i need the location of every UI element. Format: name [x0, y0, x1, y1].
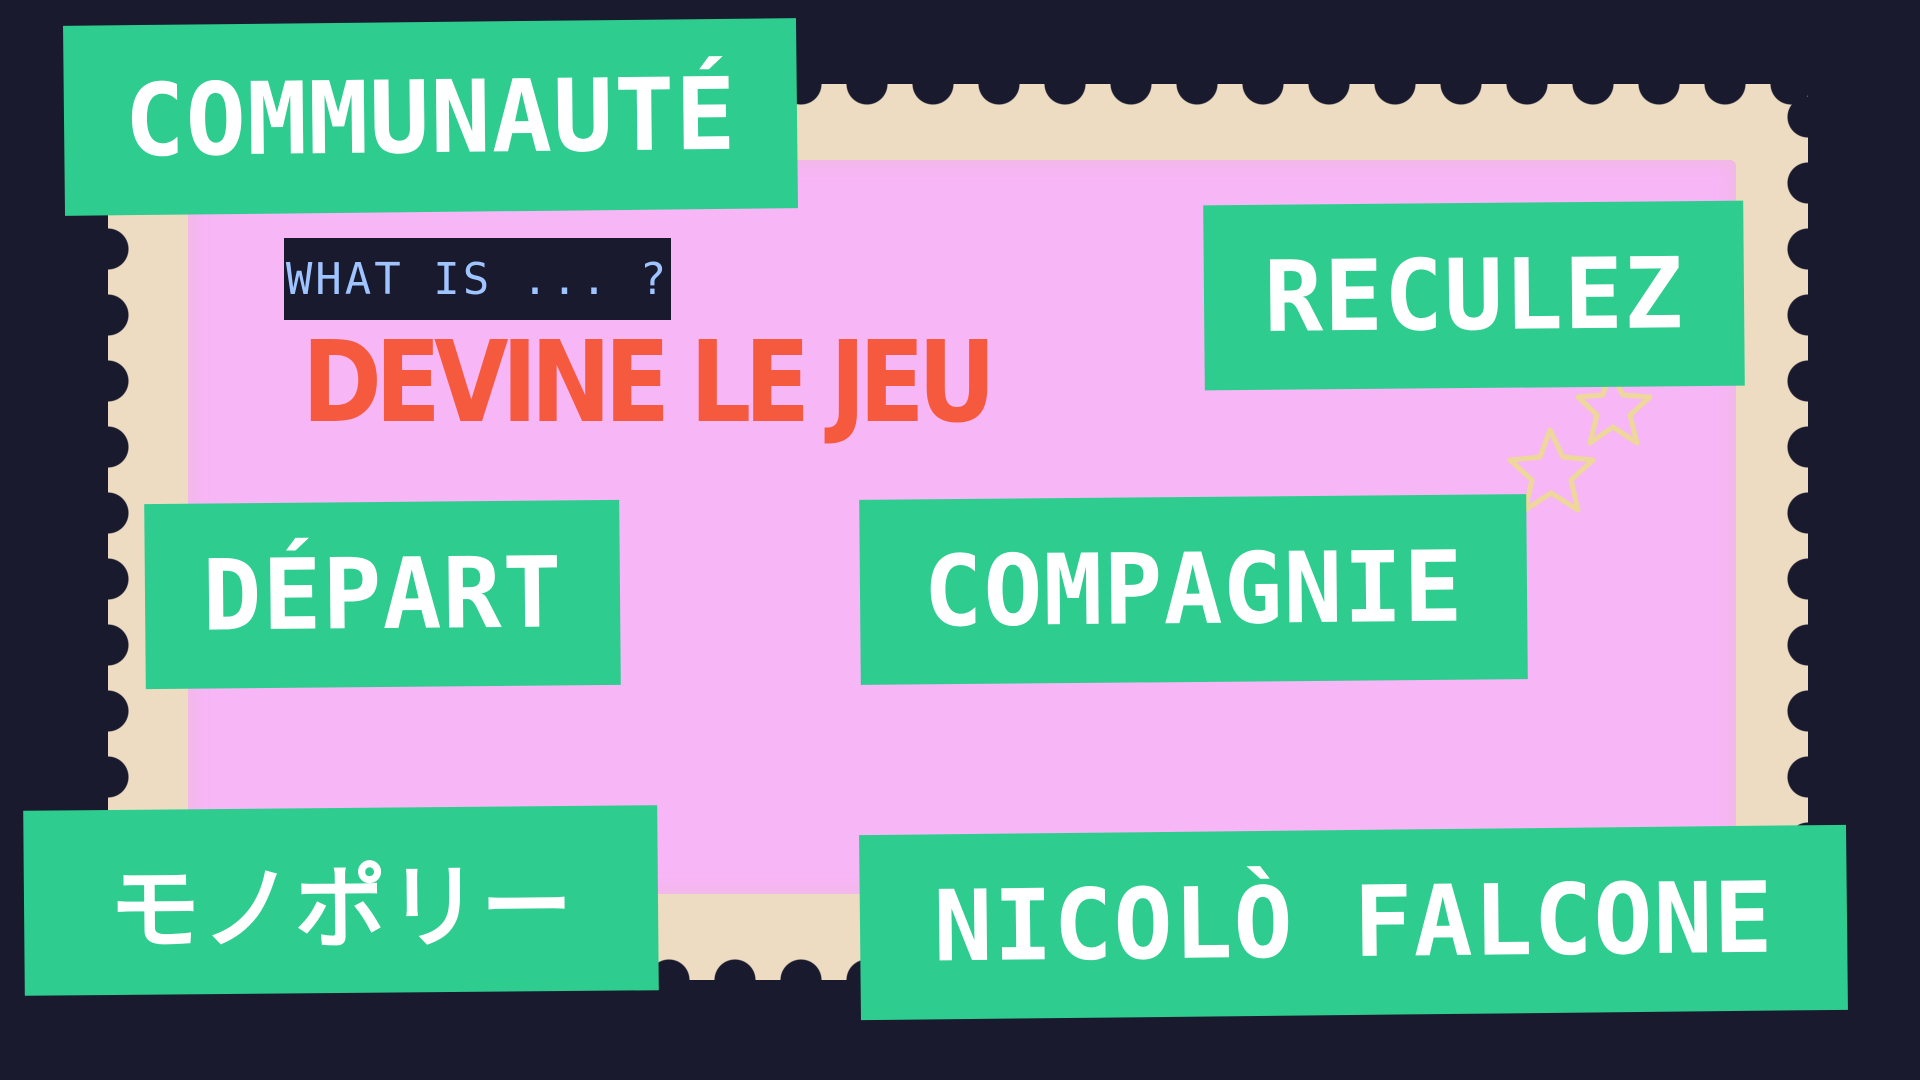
- word-card-compagnie: COMPAGNIE: [859, 494, 1528, 685]
- game-title: DEVINE LE JEU: [302, 318, 996, 448]
- word-card-depart: DÉPART: [144, 499, 621, 690]
- word-card-communaute: COMMUNAUTÉ: [63, 18, 798, 216]
- word-card-nicolo-falcone: NICOLÒ FALCONE: [859, 824, 1848, 1021]
- word-card-reculez: RECULEZ: [1203, 200, 1745, 391]
- word-card-monopoly-japanese: モノポリー: [23, 805, 659, 996]
